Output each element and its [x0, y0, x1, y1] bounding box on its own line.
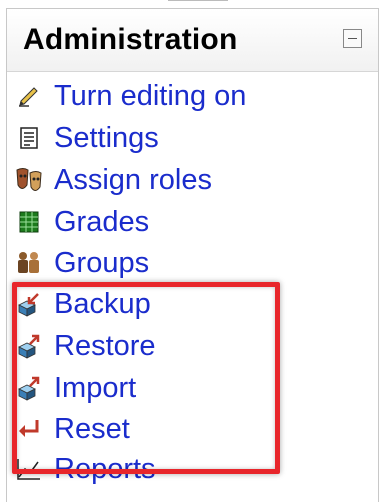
import-box-icon: [14, 373, 44, 403]
grades-table-icon: [14, 207, 44, 237]
menu-item-label: Backup: [54, 287, 151, 320]
restore-box-icon: [14, 331, 44, 361]
menu-item-backup[interactable]: Backup: [14, 284, 151, 324]
menu-item-label: Reports: [54, 452, 156, 485]
block-title: Administration: [23, 23, 238, 56]
groups-people-icon: [14, 248, 44, 278]
menu-item-label: Groups: [54, 246, 150, 279]
menu-item-label: Settings: [54, 121, 159, 154]
menu-item-settings[interactable]: Settings: [14, 118, 159, 158]
collapse-button[interactable]: [343, 29, 362, 48]
menu-item-label: Turn editing on: [54, 79, 247, 112]
backup-box-icon: [14, 289, 44, 319]
menu-item-reset[interactable]: Reset: [14, 409, 130, 449]
menu-item-label: Grades: [54, 205, 150, 238]
menu-item-label: Restore: [54, 329, 156, 362]
menu-item-label: Import: [54, 371, 137, 404]
reset-arrow-icon: [14, 414, 44, 444]
block-header: Administration: [7, 9, 378, 72]
pencil-edit-icon: [14, 81, 44, 111]
top-edge: [0, 0, 390, 7]
menu-item-turn-editing-on[interactable]: Turn editing on: [14, 76, 246, 116]
menu-item-restore[interactable]: Restore: [14, 326, 156, 366]
menu-item-label: Reset: [54, 412, 130, 445]
menu-item-assign-roles[interactable]: Assign roles: [14, 160, 212, 200]
menu-item-label: Assign roles: [54, 163, 212, 196]
menu-item-import[interactable]: Import: [14, 368, 136, 408]
reports-chart-icon: [14, 454, 44, 484]
settings-document-icon: [14, 123, 44, 153]
menu-item-reports[interactable]: Reports: [14, 449, 156, 489]
menu-item-groups[interactable]: Groups: [14, 243, 149, 283]
menu-item-grades[interactable]: Grades: [14, 202, 149, 242]
roles-masks-icon: [14, 165, 44, 195]
